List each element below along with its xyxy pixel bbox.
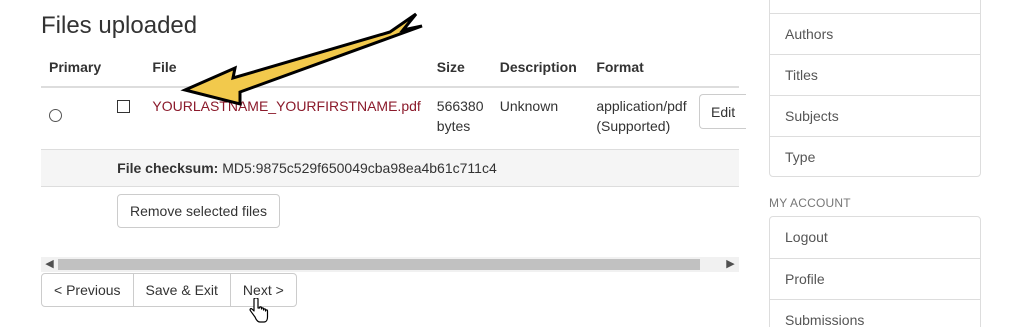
table-header-row: Primary File Size Description Format xyxy=(41,48,739,88)
sidebar-item-authors[interactable]: Authors xyxy=(770,13,980,54)
sidebar-item-submissions[interactable]: Submissions xyxy=(770,299,980,327)
file-cell: YOURLASTNAME_YOURFIRSTNAME.pdf xyxy=(144,86,429,149)
file-size-unit: bytes xyxy=(436,118,471,134)
column-header-select xyxy=(109,48,145,88)
scroll-left-arrow-icon[interactable]: ◀ xyxy=(41,257,58,272)
save-exit-button[interactable]: Save & Exit xyxy=(132,273,231,307)
horizontal-scrollbar[interactable]: ◀ ▶ xyxy=(41,257,739,272)
primary-cell xyxy=(41,86,110,149)
primary-radio[interactable] xyxy=(49,109,62,122)
file-size-value: 566380 xyxy=(436,98,484,114)
sidebar-item-type[interactable]: Type xyxy=(770,136,980,177)
remove-selected-files-button[interactable]: Remove selected files xyxy=(117,194,280,228)
column-header-size: Size xyxy=(428,48,492,88)
next-button[interactable]: Next > xyxy=(229,273,297,307)
column-header-description: Description xyxy=(491,48,589,88)
previous-button[interactable]: < Previous xyxy=(41,273,134,307)
column-header-file: File xyxy=(144,48,429,88)
browse-list-top-item xyxy=(770,0,980,13)
sidebar-item-logout[interactable]: Logout xyxy=(770,217,980,258)
column-header-primary: Primary xyxy=(41,48,110,88)
my-account-heading: MY ACCOUNT xyxy=(769,196,851,210)
select-file-checkbox[interactable] xyxy=(117,100,131,113)
checksum-row: File checksum: MD5:9875c529f650049cba98e… xyxy=(41,148,739,186)
table-row: YOURLASTNAME_YOURFIRSTNAME.pdf 566380 by… xyxy=(41,86,739,149)
section-title: Files uploaded xyxy=(41,12,198,39)
checksum-label: File checksum: xyxy=(117,159,219,176)
column-header-format: Format xyxy=(588,48,739,88)
sidebar-item-titles[interactable]: Titles xyxy=(770,54,980,95)
wizard-navigation: < Previous Save & Exit Next > xyxy=(41,273,297,307)
account-list: Logout Profile Submissions xyxy=(769,216,981,327)
scroll-right-arrow-icon[interactable]: ▶ xyxy=(722,257,739,272)
file-name-link[interactable]: YOURLASTNAME_YOURFIRSTNAME.pdf xyxy=(152,98,420,114)
scrollbar-thumb[interactable] xyxy=(58,259,700,270)
sidebar-item-profile[interactable]: Profile xyxy=(770,258,980,299)
checksum-cell: File checksum: MD5:9875c529f650049cba98e… xyxy=(109,148,739,186)
sidebar-item-subjects[interactable]: Subjects xyxy=(770,95,980,136)
edit-file-button[interactable]: Edit xyxy=(699,94,747,129)
description-value: Unknown xyxy=(491,86,589,149)
size-cell: 566380 bytes xyxy=(428,86,492,149)
checksum-value: MD5:9875c529f650049cba98ea4b61c711c4 xyxy=(222,159,497,176)
browse-list: Authors Titles Subjects Type xyxy=(769,0,981,177)
select-cell xyxy=(109,86,145,149)
